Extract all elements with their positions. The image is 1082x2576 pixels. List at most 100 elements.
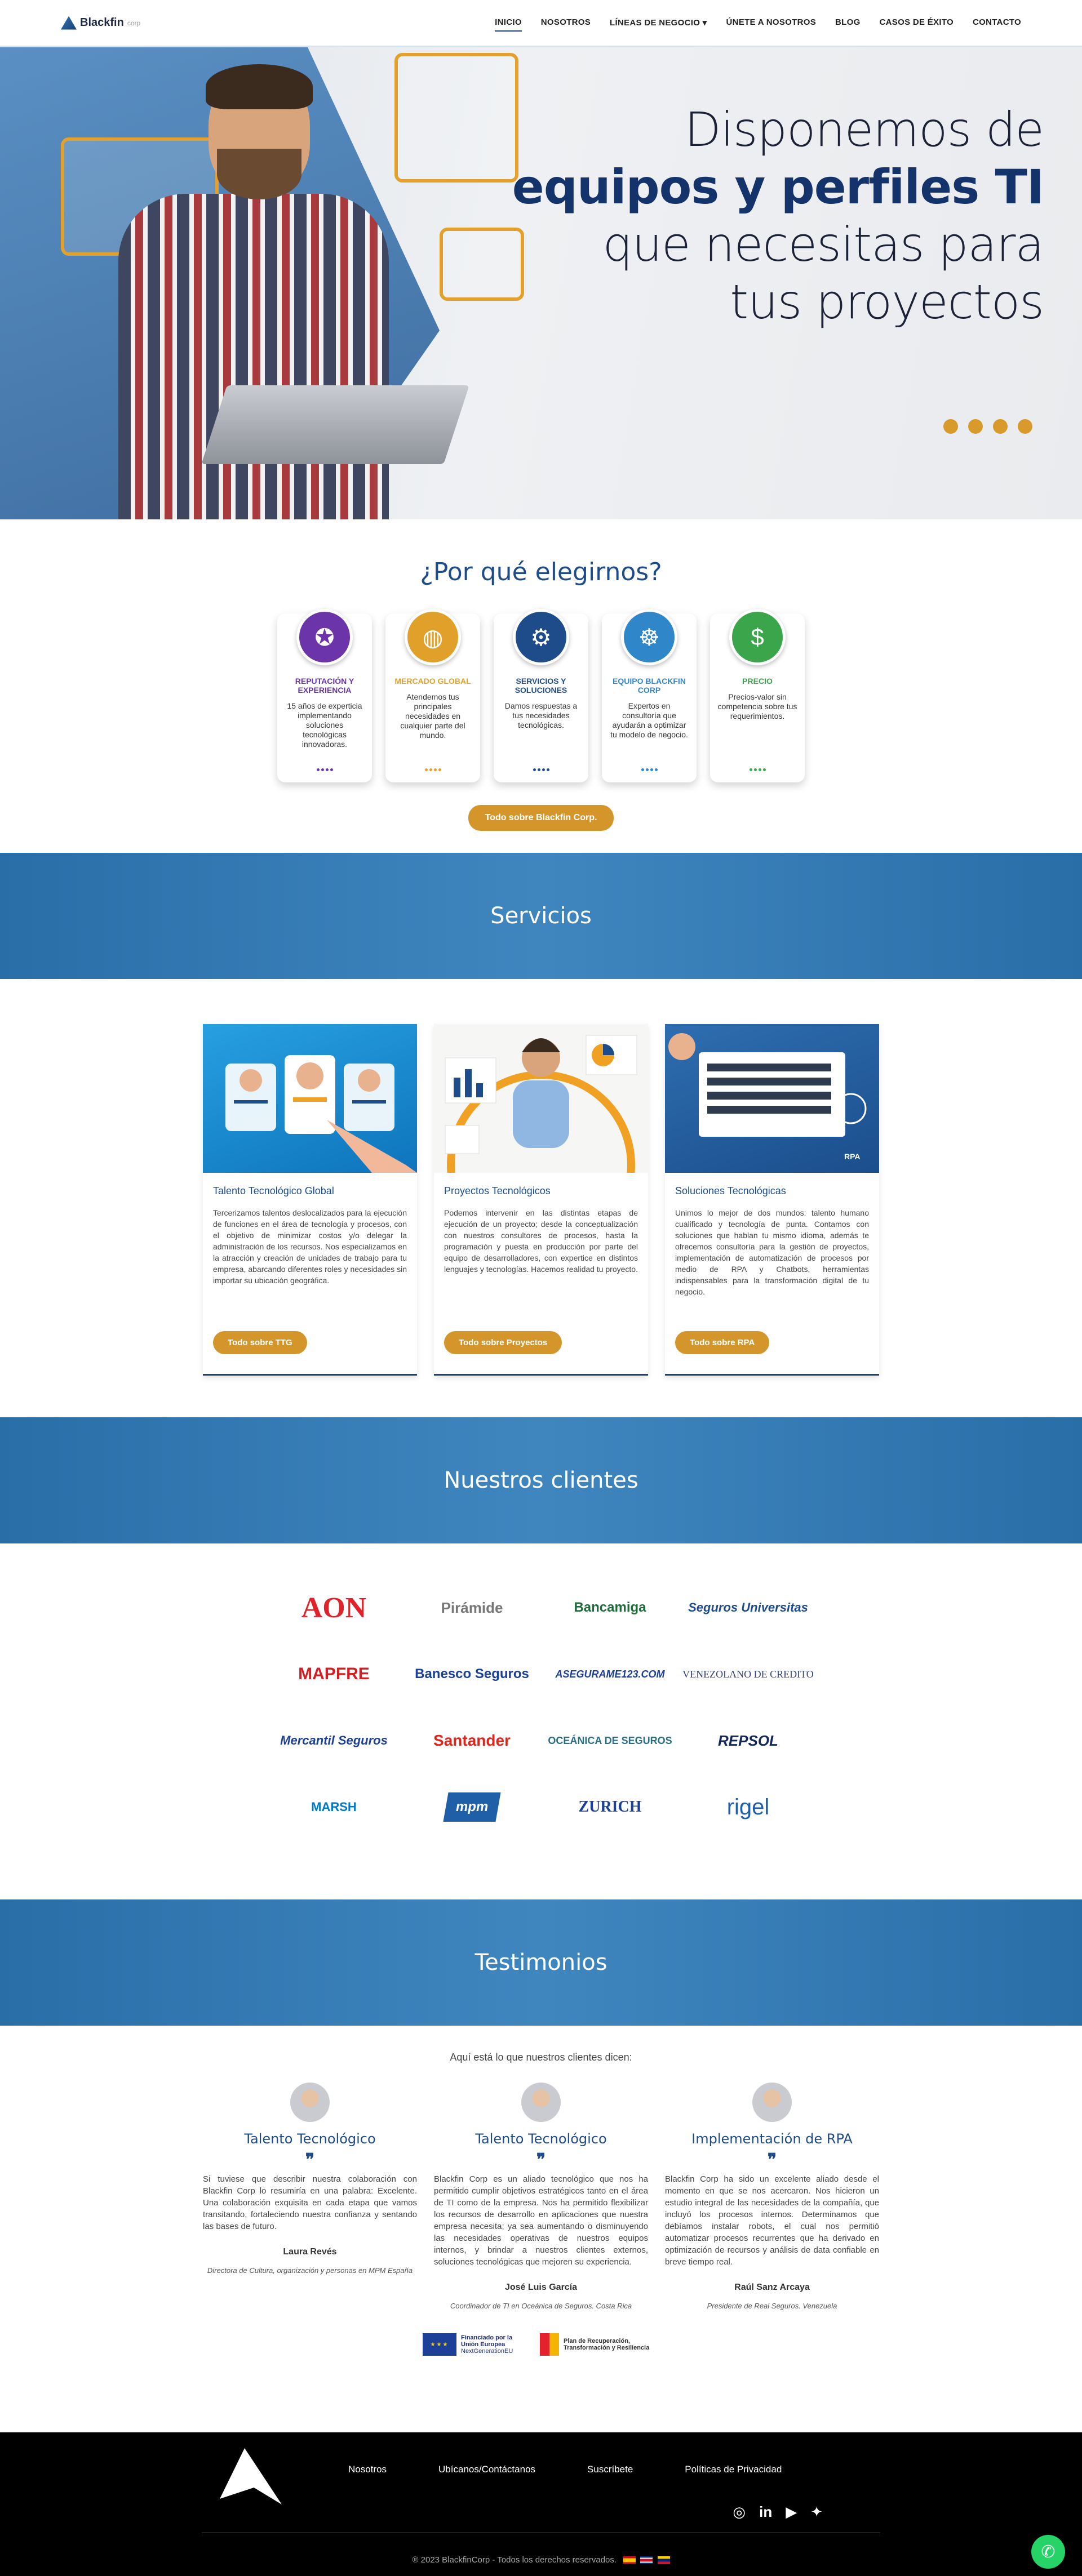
card-dots	[750, 768, 766, 771]
slider-dot[interactable]	[1018, 419, 1032, 434]
youtube-icon[interactable]: ▶	[786, 2503, 797, 2521]
recovery-plan-icon	[540, 2333, 559, 2356]
menu-item-blog[interactable]: BLOG	[835, 14, 861, 32]
testimonial-title: Talento Tecnológico	[475, 2131, 607, 2147]
why-card: $ PRECIO Precios-valor sin competencia s…	[710, 609, 805, 782]
brand-name: Blackfin	[80, 16, 124, 29]
client-logo-oceanica: OCEÁNICA DE SEGUROS	[548, 1734, 672, 1746]
why-card-title: SERVICIOS Y SOLUCIONES	[515, 677, 567, 695]
user-profile-icon	[394, 53, 518, 183]
slider-dot[interactable]	[943, 419, 958, 434]
why-cards: ✪ REPUTACIÓN Y EXPERIENCIA 15 años de ex…	[0, 609, 1082, 782]
slider-dot[interactable]	[968, 419, 983, 434]
menu-item-contacto[interactable]: CONTACTO	[973, 14, 1021, 32]
solutions-icon: ⚙	[513, 609, 569, 665]
testimonial-role: Directora de Cultura, organización y per…	[207, 2266, 413, 2275]
linkedin-icon[interactable]: in	[759, 2503, 772, 2521]
talent-profiles-illustration	[225, 1055, 417, 1173]
why-choose-us-section: ¿Por qué elegirnos? ✪ REPUTACIÓN Y EXPER…	[0, 519, 1082, 853]
why-card-title: PRECIO	[742, 677, 773, 686]
clients-title: Nuestros clientes	[444, 1467, 638, 1493]
service-card: Talento Tecnológico Global Tercerizamos …	[203, 1024, 417, 1376]
why-card: ◍ MERCADO GLOBAL Atendemos tus principal…	[385, 609, 480, 782]
hero-line-4: tus proyectos	[730, 274, 1044, 330]
blackfin-fin-logo-icon[interactable]	[220, 2448, 282, 2504]
hero-headline: Disponemos de equipos y perfiles TI que …	[512, 101, 1044, 331]
service-text: Unimos lo mejor de dos mundos: talento h…	[675, 1208, 869, 1296]
footer-link-ubicanos[interactable]: Ubícanos/Contáctanos	[438, 2464, 535, 2475]
client-logo-marsh: MARSH	[311, 1800, 357, 1814]
testimonial-title: Implementación de RPA	[691, 2131, 853, 2147]
projects-button[interactable]: Todo sobre Proyectos	[444, 1331, 562, 1354]
testimonial-role: Coordinador de TI en Oceánica de Seguros…	[450, 2302, 632, 2310]
footer-links: Nosotros Ubícanos/Contáctanos Suscríbete…	[348, 2464, 782, 2475]
whatsapp-icon[interactable]: ✆	[1031, 2535, 1065, 2569]
venezuela-flag-icon[interactable]	[657, 2556, 670, 2565]
testimonial-text: Blackfin Corp es un aliado tecnológico q…	[434, 2174, 648, 2267]
client-logo-rigel: rigel	[726, 1794, 770, 1819]
costa-rica-flag-icon[interactable]	[640, 2556, 653, 2565]
client-logos-grid: AON Pirámide Bancamiga Seguros Universit…	[265, 1589, 817, 1826]
why-card-text: 15 años de experticia implementando solu…	[287, 701, 362, 749]
menu-item-inicio[interactable]: INICIO	[495, 14, 522, 32]
service-text: Podemos intervenir en las distintas etap…	[444, 1208, 638, 1274]
avatar	[290, 2083, 330, 2122]
why-card: ⚙ SERVICIOS Y SOLUCIONES Damos respuesta…	[494, 609, 588, 782]
price-icon: $	[729, 609, 786, 665]
laptop-image	[201, 385, 469, 464]
card-dots	[533, 768, 549, 771]
funding-logos: ★★★ Financiado por la Unión Europea Next…	[0, 2333, 1082, 2356]
client-logo-piramide: Pirámide	[441, 1599, 503, 1616]
menu-item-nosotros[interactable]: NOSOTROS	[541, 14, 591, 32]
avatar	[752, 2083, 792, 2122]
services-banner: Servicios	[0, 853, 1082, 979]
slider-dot[interactable]	[993, 419, 1008, 434]
footer-link-suscribete[interactable]: Suscríbete	[587, 2464, 633, 2475]
rpa-button[interactable]: Todo sobre RPA	[675, 1331, 770, 1354]
why-card-text: Atendemos tus principales necesidades en…	[400, 692, 465, 740]
recovery-plan-text: Plan de Recuperación, Transformación y R…	[564, 2338, 650, 2351]
service-title: Talento Tecnológico Global	[213, 1185, 334, 1196]
brand-suffix: corp	[127, 19, 141, 27]
service-image-talent	[203, 1024, 417, 1173]
chevron-down-icon: ▾	[700, 18, 707, 28]
hero-line-1: Disponemos de	[684, 102, 1044, 157]
testimonial-author: Laura Revés	[283, 2247, 337, 2257]
recovery-plan-logo: Plan de Recuperación, Transformación y R…	[540, 2333, 659, 2356]
menu-item-lineas-de-negocio[interactable]: LÍNEAS DE NEGOCIO ▾	[610, 14, 707, 32]
quote-icon: ❞	[767, 2151, 777, 2169]
menu-item-unete[interactable]: ÚNETE A NOSOTROS	[726, 14, 816, 32]
twitter-icon[interactable]: ✦	[810, 2503, 823, 2521]
testimonial-title: Talento Tecnológico	[244, 2131, 376, 2147]
why-card-text: Precios-valor sin competencia sobre tus …	[717, 692, 797, 720]
service-image-projects	[434, 1024, 648, 1173]
service-text: Tercerizamos talentos deslocalizados par…	[213, 1208, 407, 1285]
footer-link-privacidad[interactable]: Políticas de Privacidad	[685, 2464, 782, 2475]
eu-flag-icon: ★★★	[423, 2333, 456, 2356]
why-card-text: Damos respuestas a tus necesidades tecno…	[504, 701, 578, 729]
avatar	[521, 2083, 561, 2122]
client-logo-mercantil: Mercantil Seguros	[280, 1733, 388, 1747]
why-card: ☸ EQUIPO BLACKFIN CORP Expertos en consu…	[602, 609, 697, 782]
menu-item-casos-de-exito[interactable]: CASOS DE ÉXITO	[880, 14, 954, 32]
copyright-text: ® 2023 BlackfinCorp - Todos los derechos…	[412, 2555, 617, 2565]
menu-item-lineas-label: LÍNEAS DE NEGOCIO	[610, 18, 700, 28]
why-card-title: MERCADO GLOBAL	[394, 677, 471, 686]
footer-link-nosotros[interactable]: Nosotros	[348, 2464, 387, 2475]
testimonial-role: Presidente de Real Seguros. Venezuela	[707, 2302, 837, 2310]
main-menu: INICIO NOSOTROS LÍNEAS DE NEGOCIO ▾ ÚNET…	[495, 14, 1021, 32]
rpa-label: RPA	[844, 1152, 861, 1161]
why-card-text: Expertos en consultoría que ayudarán a o…	[610, 701, 688, 739]
spain-flag-icon[interactable]	[623, 2556, 636, 2565]
client-logo-venezolano-de-credito: VENEZOLANO DE CREDITO	[682, 1668, 814, 1680]
instagram-icon[interactable]: ◎	[733, 2503, 746, 2521]
service-image-rpa: RPA	[665, 1024, 879, 1173]
testimonial-author: Raúl Sanz Arcaya	[734, 2283, 810, 2292]
ttg-button[interactable]: Todo sobre TTG	[213, 1331, 307, 1354]
client-logo-banesco: Banesco Seguros	[415, 1666, 529, 1681]
about-blackfin-button[interactable]: Todo sobre Blackfin Corp.	[468, 805, 614, 831]
client-logo-seguros-universitas: Seguros Universitas	[688, 1600, 808, 1614]
client-logo-aon: AON	[301, 1591, 367, 1624]
brand-logo[interactable]: Blackfin corp	[61, 16, 140, 30]
hero-line-3: que necesitas para	[602, 217, 1044, 272]
